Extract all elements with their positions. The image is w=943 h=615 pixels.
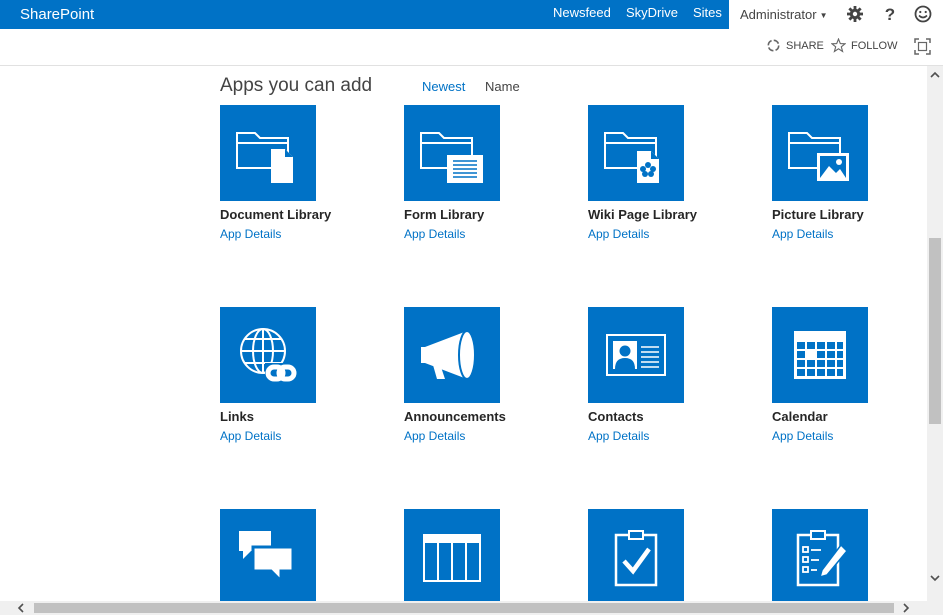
custom-list-icon <box>423 534 481 582</box>
main-content: Apps you can add Newest Name Document Li… <box>0 66 927 601</box>
contacts-icon <box>606 334 666 376</box>
app-tile[interactable]: Links App Details <box>220 307 370 443</box>
nav-newsfeed[interactable]: Newsfeed <box>553 5 611 20</box>
app-title: Calendar <box>772 409 828 424</box>
ribbon-row: SHARE FOLLOW <box>0 29 943 66</box>
scroll-right-icon[interactable] <box>901 603 911 613</box>
nav-skydrive[interactable]: SkyDrive <box>626 5 678 20</box>
user-name: Administrator <box>740 7 817 22</box>
sort-name-link[interactable]: Name <box>485 79 520 94</box>
document-library-icon <box>236 132 293 183</box>
app-title: Contacts <box>588 409 644 424</box>
smiley-icon[interactable] <box>914 5 932 23</box>
follow-button[interactable]: FOLLOW <box>831 38 897 53</box>
app-tile[interactable] <box>220 509 370 601</box>
form-library-icon <box>420 132 483 183</box>
app-tile-icon[interactable] <box>404 105 500 201</box>
app-tile[interactable]: Form Library App Details <box>404 105 554 241</box>
scroll-up-icon[interactable] <box>930 70 940 80</box>
app-details-link[interactable]: App Details <box>404 429 554 443</box>
app-tile-icon[interactable] <box>588 509 684 601</box>
app-tile-icon[interactable] <box>772 105 868 201</box>
app-details-link[interactable]: App Details <box>588 429 738 443</box>
app-tile[interactable]: Wiki Page Library App Details <box>588 105 738 241</box>
app-title: Wiki Page Library <box>588 207 697 222</box>
follow-label: FOLLOW <box>851 39 898 52</box>
issue-tracking-icon <box>796 530 849 587</box>
app-title: Document Library <box>220 207 332 222</box>
brand-link[interactable]: SharePoint <box>20 6 94 23</box>
app-tile[interactable]: Contacts App Details <box>588 307 738 443</box>
scroll-down-icon[interactable] <box>930 573 940 583</box>
app-title: Links <box>220 409 254 424</box>
vertical-scroll-thumb[interactable] <box>929 238 941 424</box>
app-tile[interactable]: Announcements App Details <box>404 307 554 443</box>
app-tile-icon[interactable] <box>772 509 868 601</box>
user-menu[interactable]: Administrator ▼ <box>740 7 828 22</box>
share-button[interactable]: SHARE <box>766 38 824 53</box>
app-tile-icon[interactable] <box>220 509 316 601</box>
sort-newest-link[interactable]: Newest <box>422 79 465 94</box>
app-details-link[interactable]: App Details <box>220 429 370 443</box>
chevron-down-icon: ▼ <box>819 11 828 21</box>
app-tile-icon[interactable] <box>220 105 316 201</box>
app-tile-icon[interactable] <box>404 509 500 601</box>
app-title: Announcements <box>404 409 506 424</box>
scrollbar-corner <box>927 601 943 615</box>
vertical-scrollbar[interactable] <box>927 66 943 601</box>
focus-content-icon[interactable] <box>914 38 931 55</box>
app-tile[interactable] <box>588 509 738 601</box>
user-area: Administrator ▼ ? <box>729 0 943 29</box>
horizontal-scroll-thumb[interactable] <box>34 603 894 613</box>
wiki-page-library-icon <box>604 132 659 183</box>
app-tile-icon[interactable] <box>404 307 500 403</box>
app-tile[interactable] <box>404 509 554 601</box>
app-tile-icon[interactable] <box>588 307 684 403</box>
share-label: SHARE <box>786 39 824 52</box>
calendar-icon <box>794 331 846 379</box>
page-title: Apps you can add <box>220 75 373 96</box>
picture-library-icon <box>788 132 849 181</box>
app-details-link[interactable]: App Details <box>404 227 554 241</box>
links-icon <box>240 328 297 385</box>
app-tile[interactable]: Document Library App Details <box>220 105 370 241</box>
app-details-link[interactable]: App Details <box>772 429 922 443</box>
app-details-link[interactable]: App Details <box>772 227 922 241</box>
app-tile-icon[interactable] <box>220 307 316 403</box>
app-details-link[interactable]: App Details <box>588 227 738 241</box>
announcements-icon <box>421 330 476 380</box>
tasks-icon <box>614 530 658 587</box>
app-tile[interactable]: Calendar App Details <box>772 307 922 443</box>
app-tile-icon[interactable] <box>772 307 868 403</box>
discussion-board-icon <box>239 531 295 585</box>
app-tile[interactable]: Picture Library App Details <box>772 105 922 241</box>
horizontal-scrollbar[interactable] <box>0 601 927 615</box>
gear-icon[interactable] <box>846 5 864 23</box>
scroll-left-icon[interactable] <box>16 603 26 613</box>
app-tile-icon[interactable] <box>588 105 684 201</box>
app-title: Picture Library <box>772 207 864 222</box>
app-details-link[interactable]: App Details <box>220 227 370 241</box>
svg-text:?: ? <box>885 5 895 23</box>
help-icon[interactable]: ? <box>881 5 899 23</box>
app-tile[interactable] <box>772 509 922 601</box>
app-title: Form Library <box>404 207 485 222</box>
suite-bar: SharePoint Newsfeed SkyDrive Sites Admin… <box>0 0 943 29</box>
star-icon <box>831 38 846 53</box>
share-icon <box>767 39 780 52</box>
nav-sites[interactable]: Sites <box>693 5 722 20</box>
